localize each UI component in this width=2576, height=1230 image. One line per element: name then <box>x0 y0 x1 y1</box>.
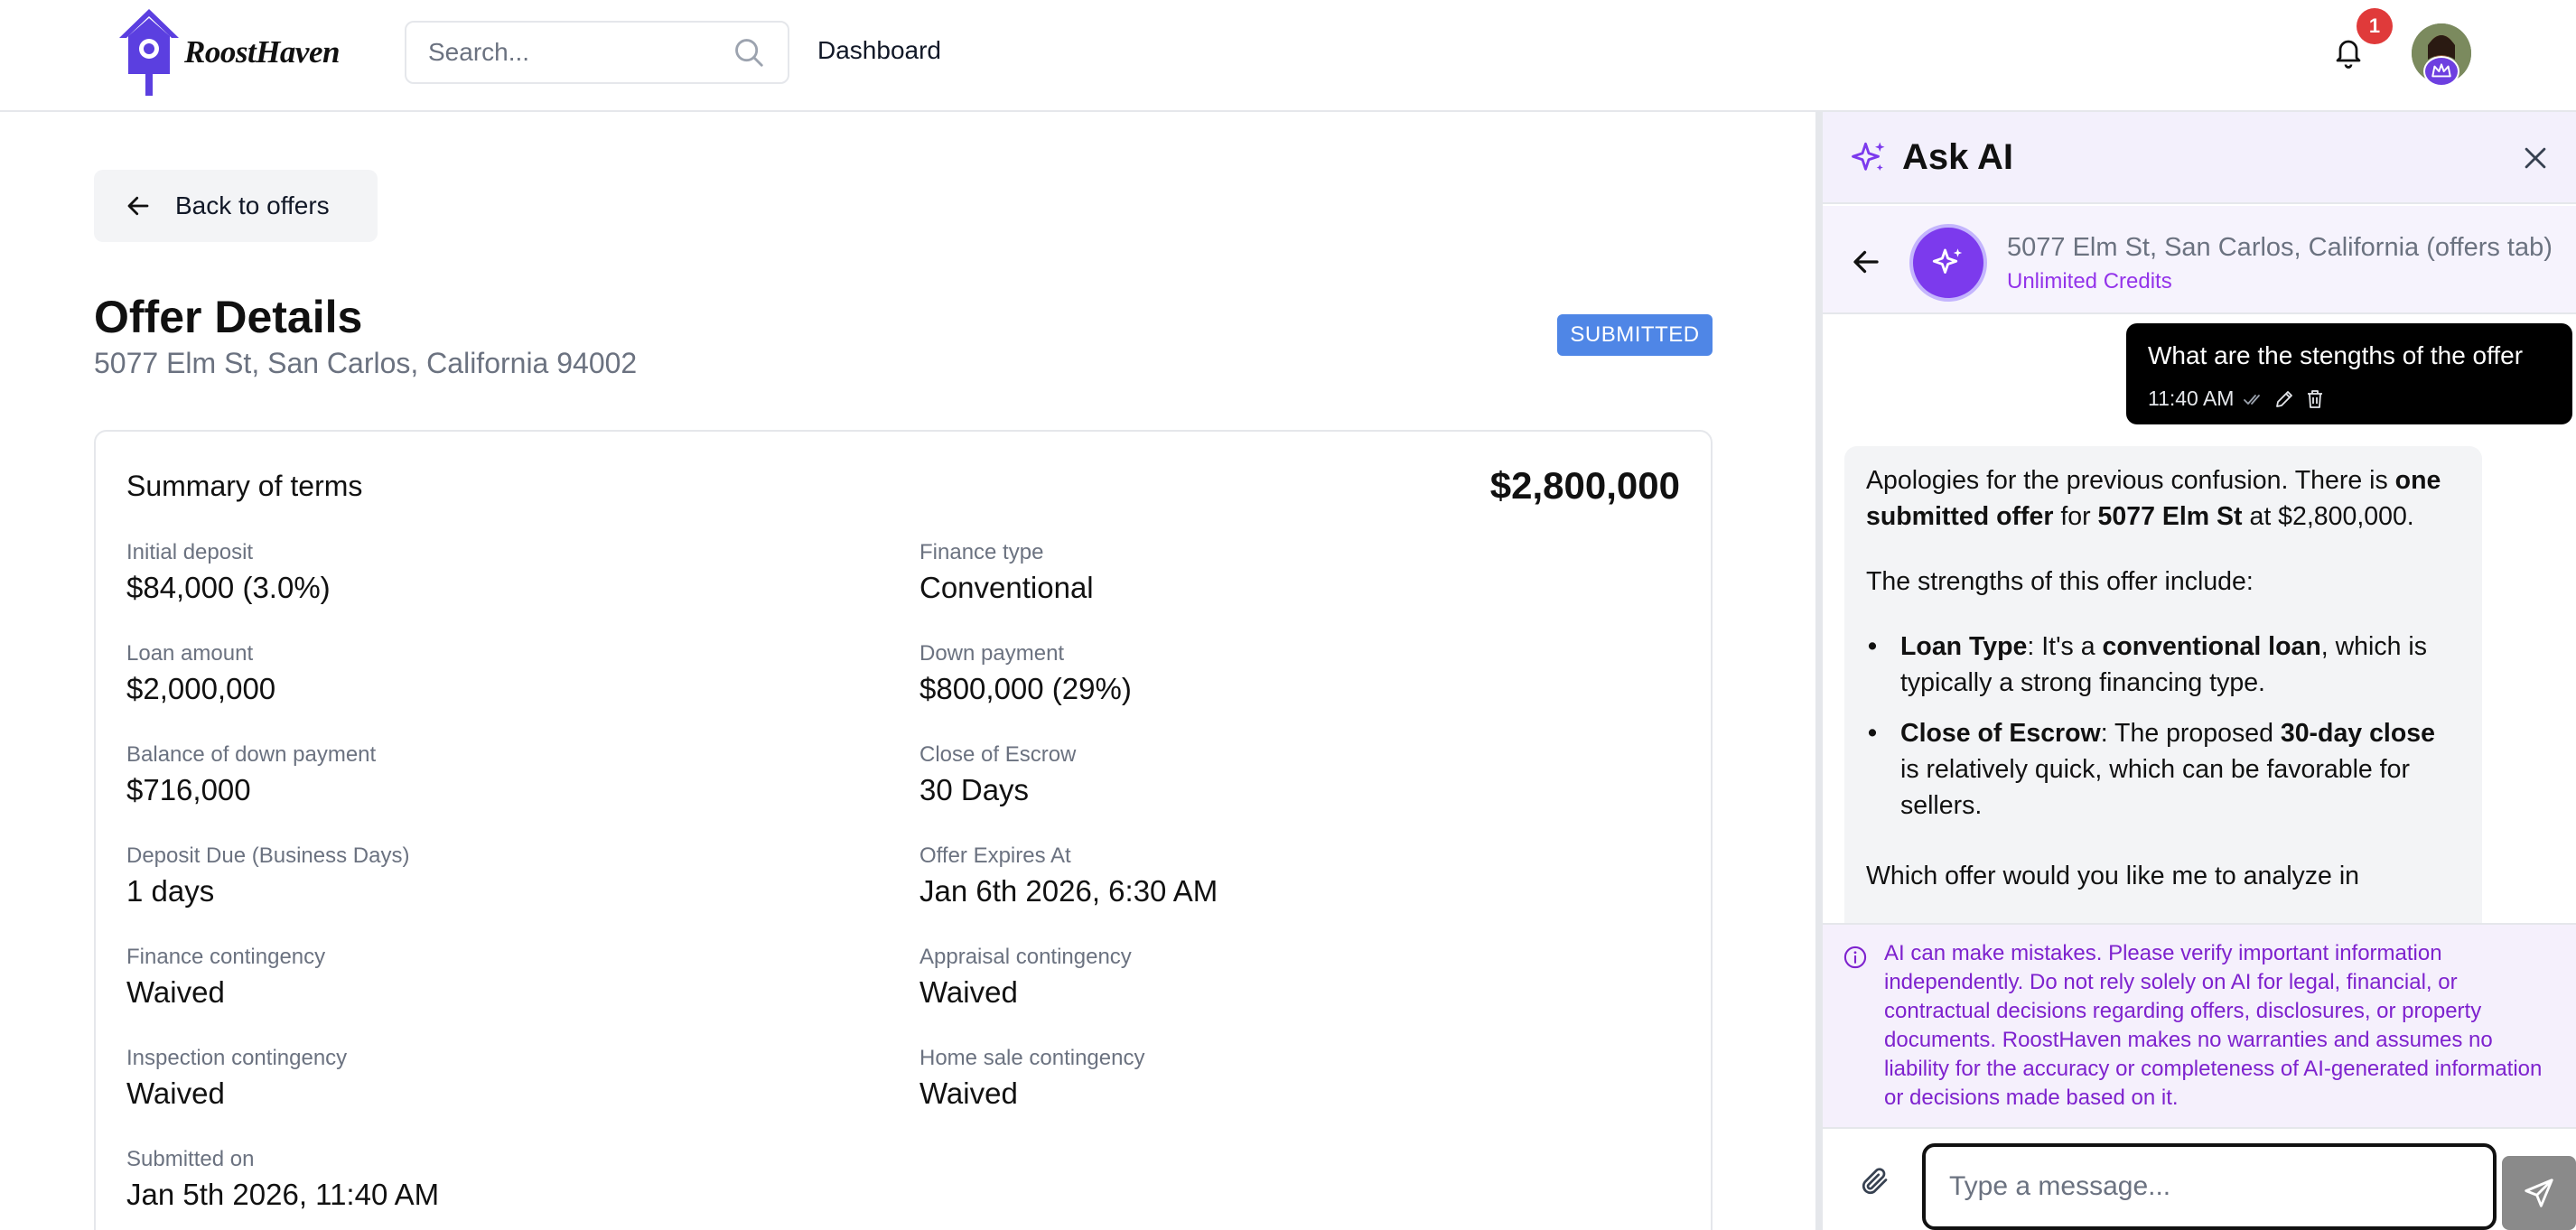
term-inspection-contingency: Inspection contingency Waived <box>126 1046 347 1111</box>
term-label: Inspection contingency <box>126 1046 348 1070</box>
notification-bell-icon[interactable] <box>2332 34 2365 70</box>
term-label: Initial deposit <box>126 540 254 564</box>
ai-disclaimer: AI can make mistakes. Please verify impo… <box>1823 923 2576 1129</box>
term-label: Finance type <box>919 540 1044 564</box>
birdhouse-logo-icon <box>119 9 179 96</box>
summary-of-terms-card: Summary of terms $2,800,000 Initial depo… <box>94 430 1713 1230</box>
term-home-sale-contingency: Home sale contingency Waived <box>919 1046 1144 1111</box>
ask-ai-header: Ask AI <box>1823 112 2576 204</box>
term-value: Waived <box>919 1076 1018 1110</box>
term-label: Offer Expires At <box>919 843 1071 868</box>
term-value: Jan 6th 2026, 6:30 AM <box>919 874 1218 908</box>
top-navigation-bar: RoostHaven Search... Dashboard 1 <box>0 0 2576 112</box>
search-input[interactable]: Search... <box>428 38 732 67</box>
arrow-left-icon[interactable] <box>1850 246 1882 278</box>
term-down-payment: Down payment $800,000 (29%) <box>919 641 1132 706</box>
term-appraisal-contingency: Appraisal contingency Waived <box>919 945 1132 1010</box>
notification-count-badge: 1 <box>2357 8 2393 44</box>
term-label: Submitted on <box>126 1147 255 1171</box>
term-value: $800,000 (29%) <box>919 672 1132 705</box>
info-icon <box>1843 946 1867 969</box>
brand-name: RoostHaven <box>184 34 340 70</box>
close-icon[interactable] <box>2520 143 2551 173</box>
term-label: Balance of down payment <box>126 742 377 767</box>
term-close-of-escrow: Close of Escrow 30 Days <box>919 742 1076 807</box>
context-title: 5077 Elm St, San Carlos, California (off… <box>2007 233 2553 262</box>
term-label: Finance contingency <box>126 945 326 969</box>
panel-resize-handle[interactable] <box>1815 112 1823 1230</box>
ai-reply-paragraph: Which offer would you like me to analyze… <box>1866 862 2359 890</box>
double-check-icon <box>2244 394 2261 405</box>
term-offer-expires-at: Offer Expires At Jan 6th 2026, 6:30 AM <box>919 843 1218 909</box>
paperclip-icon[interactable] <box>1859 1165 1891 1197</box>
user-message-bubble: What are the stengths of the offer 11:40… <box>2126 323 2572 424</box>
term-value: Jan 5th 2026, 11:40 AM <box>126 1178 440 1211</box>
user-message-text: What are the stengths of the offer <box>2148 341 2524 369</box>
ai-reply-list-item: Close of Escrow: The proposed 30-day clo… <box>1866 715 2460 824</box>
nav-link-dashboard[interactable]: Dashboard <box>817 36 941 65</box>
term-submitted-on: Submitted on Jan 5th 2026, 11:40 AM <box>126 1147 439 1212</box>
term-finance-contingency: Finance contingency Waived <box>126 945 325 1010</box>
term-value: Conventional <box>919 571 1094 604</box>
term-balance-of-down-payment: Balance of down payment $716,000 <box>126 742 376 807</box>
edit-pencil-icon[interactable] <box>2273 388 2295 410</box>
ask-ai-panel: Ask AI 5077 Elm St, San Carlos, Californ… <box>1823 112 2576 1230</box>
message-composer <box>1823 1129 2576 1230</box>
chat-message-list[interactable]: What are the stengths of the offer 11:40… <box>1823 316 2576 923</box>
send-button[interactable] <box>2502 1156 2576 1230</box>
term-label: Close of Escrow <box>919 742 1077 767</box>
term-value: $716,000 <box>126 773 251 806</box>
ai-reply-list-item: Loan Type: It's a conventional loan, whi… <box>1866 629 2460 701</box>
offer-details-main: Back to offers Offer Details 5077 Elm St… <box>0 114 1815 1230</box>
ai-reply-paragraph: Apologies for the previous confusion. Th… <box>1866 466 2441 531</box>
term-value: $84,000 (3.0%) <box>126 571 331 604</box>
term-value: Waived <box>126 975 225 1009</box>
search-box[interactable]: Search... <box>405 21 789 84</box>
sparkles-icon <box>1932 248 1963 274</box>
message-input[interactable] <box>1922 1143 2497 1230</box>
term-label: Home sale contingency <box>919 1046 1145 1070</box>
disclaimer-text: AI can make mistakes. Please verify impo… <box>1884 941 2543 1110</box>
back-to-offers-button[interactable]: Back to offers <box>94 170 378 242</box>
ai-assistant-avatar <box>1909 224 1987 302</box>
ai-message-bubble: Apologies for the previous confusion. Th… <box>1844 446 2482 923</box>
conversation-context: 5077 Elm St, San Carlos, California (off… <box>1823 206 2576 314</box>
term-value: $2,000,000 <box>126 672 276 705</box>
term-initial-deposit: Initial deposit $84,000 (3.0%) <box>126 540 331 605</box>
credits-label: Unlimited Credits <box>2007 269 2172 294</box>
term-label: Appraisal contingency <box>919 945 1132 969</box>
ask-ai-title: Ask AI <box>1902 137 2014 177</box>
back-to-offers-label: Back to offers <box>175 191 330 219</box>
term-label: Loan amount <box>126 641 254 666</box>
message-timestamp: 11:40 AM <box>2148 387 2235 410</box>
term-finance-type: Finance type Conventional <box>919 540 1094 605</box>
sparkles-icon <box>1852 142 1885 171</box>
trash-icon[interactable] <box>2304 388 2326 410</box>
offer-price: $2,800,000 <box>1489 464 1680 507</box>
user-message-meta: 11:40 AM <box>2148 387 2326 411</box>
summary-title: Summary of terms <box>126 470 363 502</box>
send-icon <box>2525 1179 2553 1207</box>
arrow-left-icon <box>127 196 149 216</box>
property-address: 5077 Elm St, San Carlos, California 9400… <box>94 347 638 379</box>
term-label: Down payment <box>919 641 1065 666</box>
term-loan-amount: Loan amount $2,000,000 <box>126 641 275 706</box>
term-label: Deposit Due (Business Days) <box>126 843 410 868</box>
status-badge: SUBMITTED <box>1557 314 1713 356</box>
search-icon <box>735 39 763 67</box>
term-value: Waived <box>919 975 1018 1009</box>
brand-logo[interactable]: RoostHaven <box>116 7 340 98</box>
ai-reply-list: Loan Type: It's a conventional loan, whi… <box>1866 629 2460 824</box>
term-deposit-due: Deposit Due (Business Days) 1 days <box>126 843 409 909</box>
term-value: Waived <box>126 1076 225 1110</box>
term-value: 30 Days <box>919 773 1030 806</box>
page-title: Offer Details <box>94 292 363 342</box>
term-value: 1 days <box>126 874 215 908</box>
ai-reply-paragraph: The strengths of this offer include: <box>1866 567 2254 596</box>
premium-crown-icon <box>2423 56 2459 87</box>
